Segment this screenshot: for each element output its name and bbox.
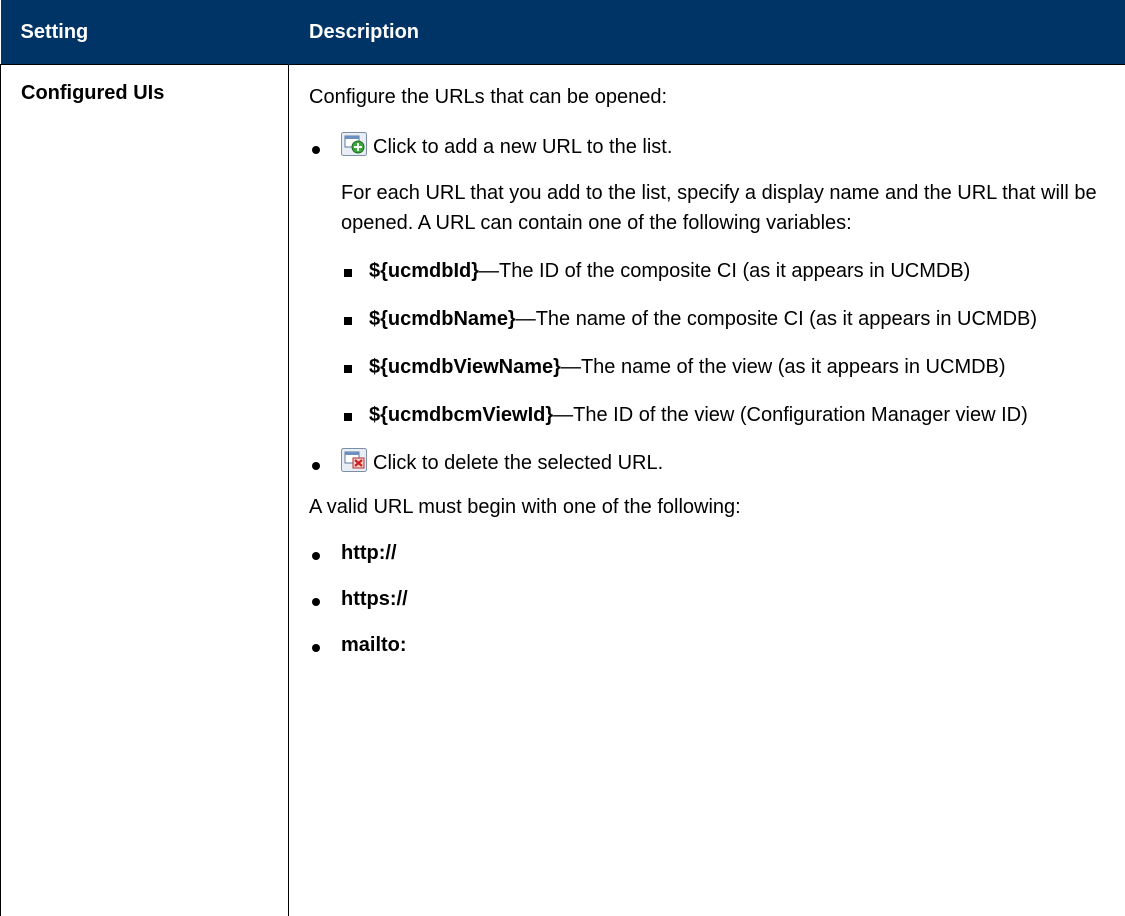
settings-table: Setting Description Configured UIs Confi…	[0, 0, 1125, 916]
variable-name: ${ucmdbcmViewId}	[369, 404, 553, 426]
variable-name: ${ucmdbName}	[369, 308, 516, 330]
variable-desc: —The ID of the composite CI (as it appea…	[479, 260, 970, 282]
bullet-icon	[312, 552, 320, 560]
delete-url-item: Click to delete the selected URL.	[309, 448, 1106, 478]
delete-url-text: Click to delete the selected URL.	[373, 452, 663, 474]
bullet-icon	[312, 462, 320, 470]
table-header-row: Setting Description	[1, 0, 1125, 65]
url-prefix: mailto:	[341, 634, 407, 656]
setting-description: Configure the URLs that can be opened: C…	[289, 65, 1125, 916]
square-bullet-icon	[344, 365, 352, 373]
add-url-text: Click to add a new URL to the list.	[373, 136, 672, 158]
list-item: https://	[309, 584, 1106, 614]
list-item: mailto:	[309, 630, 1106, 660]
delete-url-icon[interactable]	[341, 448, 367, 472]
list-item: ${ucmdbcmViewId}—The ID of the view (Con…	[341, 400, 1106, 430]
variable-desc: —The ID of the view (Configuration Manag…	[553, 404, 1028, 426]
bullet-icon	[312, 598, 320, 606]
square-bullet-icon	[344, 317, 352, 325]
header-setting: Setting	[1, 0, 289, 65]
list-item: http://	[309, 538, 1106, 568]
square-bullet-icon	[344, 269, 352, 277]
url-prefix: http://	[341, 542, 397, 564]
bullet-icon	[312, 146, 320, 154]
list-item: ${ucmdbViewName}—The name of the view (a…	[341, 352, 1106, 382]
add-url-item: Click to add a new URL to the list.	[309, 132, 1106, 162]
setting-name: Configured UIs	[1, 65, 289, 916]
variable-name: ${ucmdbId}	[369, 260, 479, 282]
variable-name: ${ucmdbViewName}	[369, 356, 561, 378]
square-bullet-icon	[344, 413, 352, 421]
intro-text: Configure the URLs that can be opened:	[309, 82, 1106, 112]
table-row: Configured UIs Configure the URLs that c…	[1, 65, 1125, 916]
list-item: ${ucmdbId}—The ID of the composite CI (a…	[341, 256, 1106, 286]
add-url-icon[interactable]	[341, 132, 367, 156]
variable-desc: —The name of the composite CI (as it app…	[516, 308, 1037, 330]
variable-desc: —The name of the view (as it appears in …	[561, 356, 1006, 378]
valid-url-intro: A valid URL must begin with one of the f…	[309, 492, 1106, 522]
list-item: ${ucmdbName}—The name of the composite C…	[341, 304, 1106, 334]
url-prefix: https://	[341, 588, 408, 610]
bullet-icon	[312, 644, 320, 652]
add-url-paragraph: For each URL that you add to the list, s…	[341, 178, 1106, 238]
header-description: Description	[289, 0, 1125, 65]
